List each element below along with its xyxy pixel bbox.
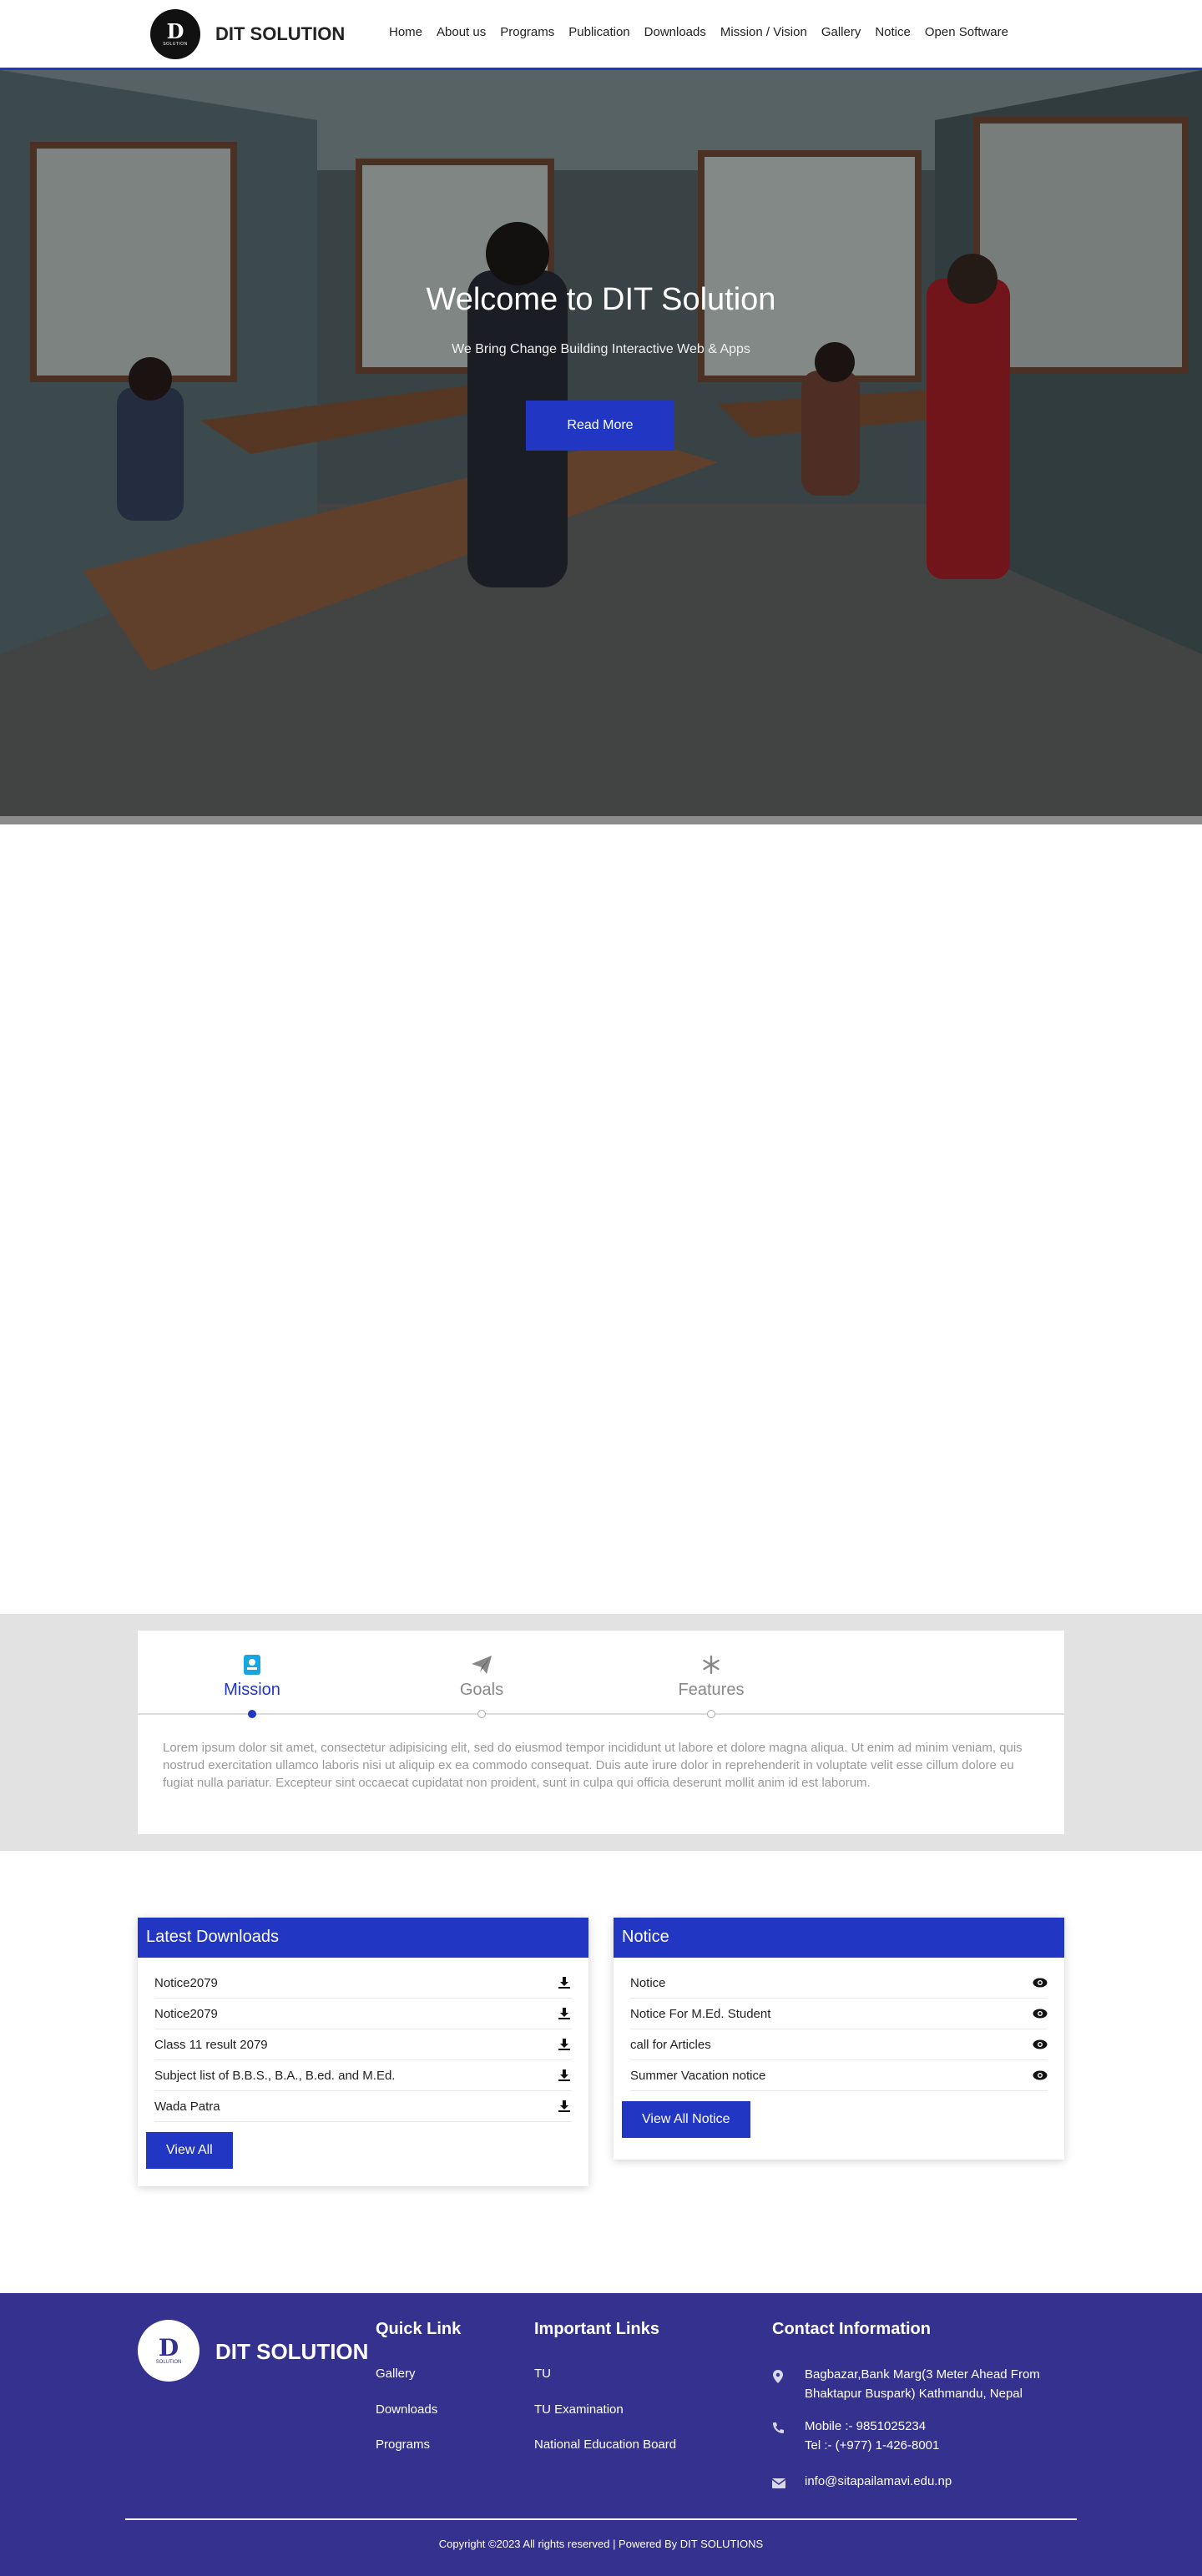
notice-row[interactable]: call for Articles: [630, 2029, 1048, 2060]
nav-home[interactable]: Home: [389, 25, 422, 39]
hero-title: Welcome to DIT Solution: [426, 282, 776, 317]
download-label: Notice2079: [154, 2006, 218, 2021]
footer-link-tu[interactable]: TU: [534, 2367, 551, 2381]
tab-goals-label: Goals: [459, 1681, 504, 1699]
footer-logo[interactable]: D SOLUTION: [138, 2320, 199, 2382]
tab-features-label: Features: [678, 1681, 745, 1699]
tabs-divider: [138, 1713, 1064, 1715]
eye-icon[interactable]: [1033, 1975, 1048, 1990]
download-row[interactable]: Subject list of B.B.S., B.A., B.ed. and …: [154, 2060, 572, 2091]
address-line-2: Bhaktapur Buspark) Kathmandu, Nepal: [805, 2387, 1023, 2401]
main-nav: Home About us Programs Publication Downl…: [389, 25, 1008, 39]
footer-link-gallery[interactable]: Gallery: [376, 2367, 416, 2381]
footer-divider: [125, 2518, 1077, 2520]
nav-programs[interactable]: Programs: [500, 25, 554, 39]
nav-about[interactable]: About us: [437, 25, 486, 39]
footer-link-downloads[interactable]: Downloads: [376, 2402, 437, 2417]
tab-mission[interactable]: Mission: [169, 1652, 336, 1700]
address-line-1: Bagbazar,Bank Marg(3 Meter Ahead From: [805, 2367, 1040, 2382]
notice-list: Notice Notice For M.Ed. Student call for…: [614, 1958, 1064, 2091]
contact-address: Bagbazar,Bank Marg(3 Meter Ahead From Bh…: [805, 2365, 1040, 2403]
tab-mission-label: Mission: [224, 1681, 280, 1699]
view-all-notice-button[interactable]: View All Notice: [622, 2101, 750, 2138]
footer-copyright: Copyright ©2023 All rights reserved | Po…: [438, 2538, 764, 2550]
id-badge-icon: [169, 1652, 336, 1677]
download-icon[interactable]: [557, 2099, 572, 2114]
notice-label: Summer Vacation notice: [630, 2068, 766, 2083]
notice-title: Notice: [614, 1918, 1064, 1958]
nav-publication[interactable]: Publication: [568, 25, 629, 39]
nav-mission-vision[interactable]: Mission / Vision: [720, 25, 807, 39]
eye-icon[interactable]: [1033, 2068, 1048, 2083]
read-more-button[interactable]: Read More: [526, 401, 674, 451]
tab-goals[interactable]: Goals: [398, 1652, 565, 1700]
downloads-title: Latest Downloads: [138, 1918, 588, 1958]
download-icon[interactable]: [557, 1975, 572, 1990]
footer-brand: DIT SOLUTION: [215, 2339, 369, 2364]
site-header: D SOLUTION DIT SOLUTION Home About us Pr…: [0, 0, 1202, 70]
contact-phone: Mobile :- 9851025234 Tel :- (+977) 1-426…: [805, 2417, 939, 2455]
mission-section: Mission Goals Features Lorem ipsum dolor…: [0, 1614, 1202, 1851]
tab-indicator-goals: [477, 1710, 486, 1718]
view-all-downloads-button[interactable]: View All: [146, 2132, 233, 2169]
map-marker-icon: [772, 2370, 785, 2383]
nav-downloads[interactable]: Downloads: [644, 25, 706, 39]
notice-row[interactable]: Notice For M.Ed. Student: [630, 1999, 1048, 2029]
download-label: Notice2079: [154, 1975, 218, 1990]
contact-email[interactable]: info@sitapailamavi.edu.np: [805, 2472, 952, 2491]
latest-downloads-panel: Latest Downloads Notice2079 Notice2079 C…: [138, 1918, 588, 2186]
important-links-title: Important Links: [534, 2320, 660, 2338]
download-icon[interactable]: [557, 2006, 572, 2021]
paper-plane-icon: [398, 1652, 565, 1677]
download-icon[interactable]: [557, 2037, 572, 2052]
notice-label: Notice: [630, 1975, 666, 1990]
hero-subtitle: We Bring Change Building Interactive Web…: [452, 342, 750, 356]
footer-link-tu-examination[interactable]: TU Examination: [534, 2402, 624, 2417]
notice-row[interactable]: Summer Vacation notice: [630, 2060, 1048, 2091]
footer-link-national-education-board[interactable]: National Education Board: [534, 2437, 676, 2452]
nav-gallery[interactable]: Gallery: [821, 25, 861, 39]
notice-label: Notice For M.Ed. Student: [630, 2006, 771, 2021]
footer-logo-monogram: D: [158, 2334, 179, 2362]
eye-icon[interactable]: [1033, 2006, 1048, 2021]
hero-bottom-strip: [0, 816, 1202, 824]
download-label: Subject list of B.B.S., B.A., B.ed. and …: [154, 2068, 396, 2083]
logo-monogram: D: [166, 19, 184, 43]
envelope-icon: [771, 2478, 786, 2491]
nav-open-software[interactable]: Open Software: [925, 25, 1008, 39]
notice-row[interactable]: Notice: [630, 1968, 1048, 1999]
logo-subtext: SOLUTION: [163, 42, 188, 47]
footer-link-programs[interactable]: Programs: [376, 2437, 430, 2452]
tabs-card: Mission Goals Features Lorem ipsum dolor…: [138, 1631, 1064, 1834]
contact-mobile: Mobile :- 9851025234: [805, 2419, 927, 2433]
quick-link-title: Quick Link: [376, 2320, 462, 2338]
tab-indicator-features: [707, 1710, 715, 1718]
download-label: Class 11 result 2079: [154, 2037, 268, 2052]
brand-name: DIT SOLUTION: [215, 23, 346, 44]
nav-notice[interactable]: Notice: [875, 25, 911, 39]
contact-info-title: Contact Information: [772, 2320, 931, 2338]
logo-badge: D SOLUTION: [150, 9, 200, 59]
download-icon[interactable]: [557, 2068, 572, 2083]
phone-icon: [772, 2422, 785, 2435]
notice-panel: Notice Notice Notice For M.Ed. Student c…: [614, 1918, 1064, 2160]
download-row[interactable]: Wada Patra: [154, 2091, 572, 2122]
download-row[interactable]: Notice2079: [154, 1968, 572, 1999]
logo[interactable]: D SOLUTION DIT SOLUTION: [150, 9, 345, 59]
hero-banner: Welcome to DIT Solution We Bring Change …: [0, 70, 1202, 816]
footer-logo-subtext: SOLUTION: [155, 2360, 182, 2365]
contact-tel: Tel :- (+977) 1-426-8001: [805, 2438, 940, 2452]
tab-features[interactable]: Features: [628, 1652, 795, 1700]
site-footer: D SOLUTION DIT SOLUTION Quick Link Galle…: [0, 2293, 1202, 2576]
downloads-list: Notice2079 Notice2079 Class 11 result 20…: [138, 1958, 588, 2122]
download-row[interactable]: Notice2079: [154, 1999, 572, 2029]
snowflake-icon: [628, 1652, 795, 1677]
download-row[interactable]: Class 11 result 2079: [154, 2029, 572, 2060]
eye-icon[interactable]: [1033, 2037, 1048, 2052]
notice-label: call for Articles: [630, 2037, 711, 2052]
download-label: Wada Patra: [154, 2099, 220, 2114]
tab-indicator-mission: [248, 1710, 256, 1718]
tab-content-text: Lorem ipsum dolor sit amet, consectetur …: [163, 1741, 1023, 1790]
